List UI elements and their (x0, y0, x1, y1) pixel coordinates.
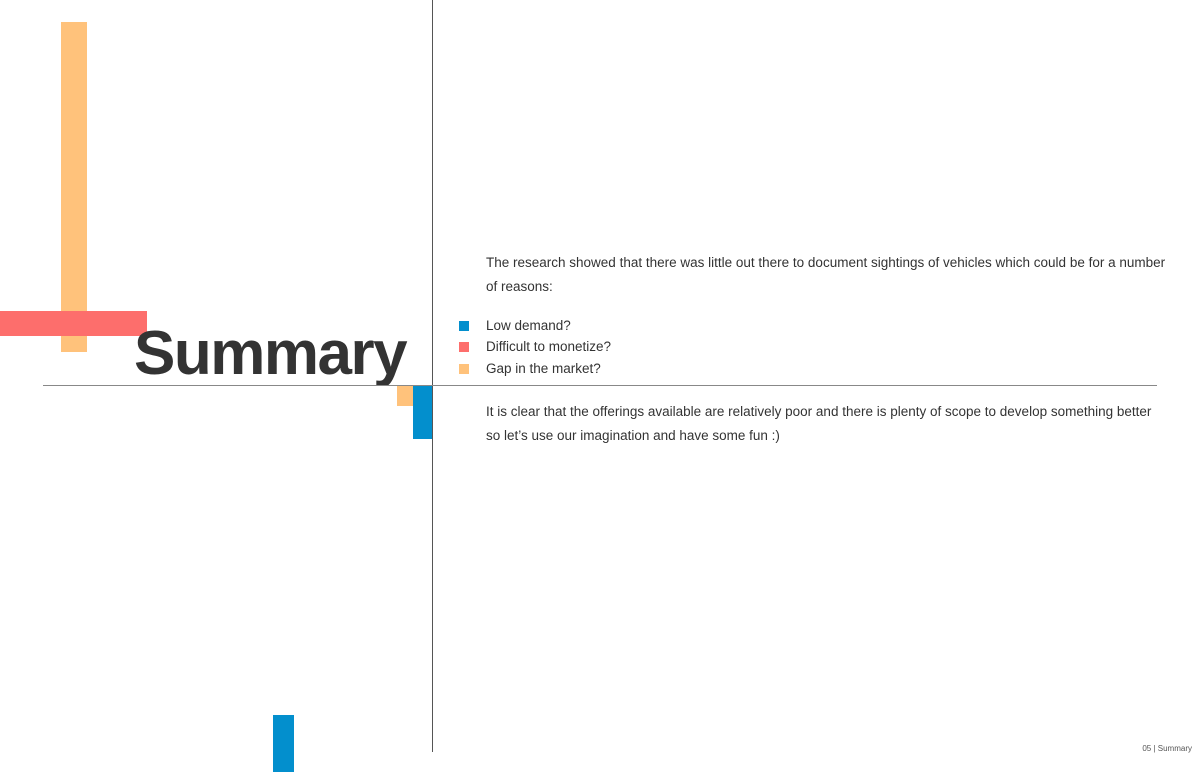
orange-small-block (397, 386, 413, 406)
intro-paragraph: The research showed that there was littl… (486, 255, 1166, 294)
bullet-marker-orange (459, 364, 469, 374)
bullet-marker-red (459, 342, 469, 352)
blue-bottom-bar (273, 715, 294, 772)
page-footer: 05 | Summary (1142, 744, 1192, 753)
page-title: Summary (134, 319, 408, 385)
bullet-text: Low demand? (486, 318, 571, 333)
conclusion-paragraph: It is clear that the offerings available… (486, 404, 1152, 443)
vertical-divider (432, 0, 433, 752)
red-horizontal-bar (0, 311, 147, 336)
blue-block (413, 386, 432, 439)
orange-vertical-bar (61, 22, 87, 352)
bullet-marker-blue (459, 321, 469, 331)
horizontal-divider (43, 385, 1157, 386)
bullet-text: Difficult to monetize? (486, 339, 612, 354)
bullet-text: Gap in the market? (486, 361, 601, 376)
